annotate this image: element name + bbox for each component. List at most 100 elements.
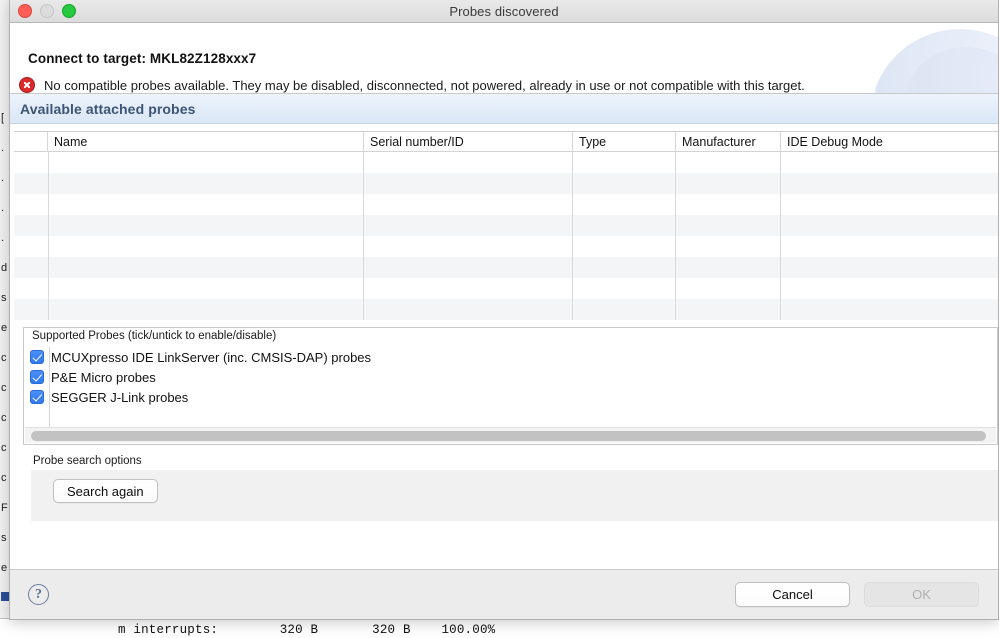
maximize-window-button[interactable] xyxy=(62,4,76,18)
supported-probe-item-linkserver[interactable]: MCUXpresso IDE LinkServer (inc. CMSIS-DA… xyxy=(30,347,997,367)
table-cell xyxy=(14,194,48,215)
dialog-body: Name Serial number/ID Type Manufacturer … xyxy=(10,124,998,569)
table-column-header-select[interactable] xyxy=(14,132,48,152)
table-cell xyxy=(781,173,998,194)
supported-probe-item-segger-jlink[interactable]: SEGGER J-Link probes xyxy=(30,387,997,407)
table-row[interactable] xyxy=(14,173,998,194)
table-column-header-serial-number[interactable]: Serial number/ID xyxy=(364,132,573,152)
table-cell xyxy=(573,215,676,236)
table-cell xyxy=(781,236,998,257)
table-cell xyxy=(676,215,781,236)
table-column-header-type[interactable]: Type xyxy=(573,132,676,152)
table-cell xyxy=(573,299,676,320)
table-row[interactable] xyxy=(14,215,998,236)
table-column-header-name[interactable]: Name xyxy=(48,132,364,152)
scrollbar-thumb[interactable] xyxy=(31,431,986,441)
table-cell xyxy=(573,194,676,215)
table-row[interactable] xyxy=(14,278,998,299)
table-row[interactable] xyxy=(14,299,998,320)
probes-discovered-dialog: Probes discovered Connect to target: MKL… xyxy=(9,0,999,620)
table-cell xyxy=(14,173,48,194)
status-message-row: No compatible probes available. They may… xyxy=(19,77,805,93)
table-cell xyxy=(781,215,998,236)
table-cell xyxy=(364,194,573,215)
available-probes-section-header: Available attached probes xyxy=(10,94,998,124)
probe-search-options-group: Probe search options Search again xyxy=(23,455,998,521)
table-column-header-manufacturer[interactable]: Manufacturer xyxy=(676,132,781,152)
backdrop-memory-usage-text: m interrupts: 320 B 320 B 100.00% xyxy=(118,623,496,637)
table-cell xyxy=(781,257,998,278)
table-cell xyxy=(14,215,48,236)
table-row[interactable] xyxy=(14,257,998,278)
table-row[interactable] xyxy=(14,152,998,173)
table-cell xyxy=(364,152,573,173)
probes-table-body xyxy=(14,152,998,321)
status-message: No compatible probes available. They may… xyxy=(44,77,805,93)
window-controls xyxy=(18,0,76,22)
table-cell xyxy=(14,236,48,257)
table-cell xyxy=(781,299,998,320)
table-cell xyxy=(676,173,781,194)
table-cell xyxy=(48,194,364,215)
table-cell xyxy=(781,152,998,173)
dialog-banner: Connect to target: MKL82Z128xxx7 No comp… xyxy=(10,23,998,94)
table-cell xyxy=(48,257,364,278)
window-title: Probes discovered xyxy=(449,3,559,19)
table-cell xyxy=(14,299,48,320)
supported-probes-group: Supported Probes (tick/untick to enable/… xyxy=(23,327,998,445)
supported-probes-legend: Supported Probes (tick/untick to enable/… xyxy=(30,330,279,342)
probes-table[interactable]: Name Serial number/ID Type Manufacturer … xyxy=(14,131,998,321)
table-cell xyxy=(573,236,676,257)
table-cell xyxy=(48,215,364,236)
table-cell xyxy=(676,257,781,278)
table-cell xyxy=(573,278,676,299)
supported-probe-label: SEGGER J-Link probes xyxy=(51,389,189,405)
table-row[interactable] xyxy=(14,236,998,257)
table-cell xyxy=(364,299,573,320)
table-column-header-ide-debug-mode[interactable]: IDE Debug Mode xyxy=(781,132,998,152)
supported-probes-horizontal-scrollbar[interactable] xyxy=(25,427,996,443)
table-cell xyxy=(48,173,364,194)
table-cell xyxy=(364,278,573,299)
table-cell xyxy=(676,278,781,299)
table-cell xyxy=(14,257,48,278)
probes-table-header: Name Serial number/ID Type Manufacturer … xyxy=(14,132,998,152)
connect-to-target-label: Connect to target: MKL82Z128xxx7 xyxy=(28,51,257,66)
search-again-button[interactable]: Search again xyxy=(53,479,158,503)
table-cell xyxy=(676,236,781,257)
table-cell xyxy=(48,278,364,299)
supported-probe-item-pe-micro[interactable]: P&E Micro probes xyxy=(30,367,997,387)
dialog-footer: ? Cancel OK xyxy=(10,569,998,619)
table-cell xyxy=(573,257,676,278)
checkbox-pe-micro-probes[interactable] xyxy=(30,370,44,384)
table-cell xyxy=(364,236,573,257)
minimize-window-button[interactable] xyxy=(40,4,54,18)
table-cell xyxy=(48,152,364,173)
checkbox-linkserver-probes[interactable] xyxy=(30,350,44,364)
table-cell xyxy=(48,299,364,320)
table-cell xyxy=(364,215,573,236)
supported-probes-list: MCUXpresso IDE LinkServer (inc. CMSIS-DA… xyxy=(24,347,997,407)
table-cell xyxy=(781,278,998,299)
cancel-button[interactable]: Cancel xyxy=(735,582,850,607)
close-window-button[interactable] xyxy=(18,4,32,18)
table-cell xyxy=(14,152,48,173)
table-cell xyxy=(781,194,998,215)
table-cell xyxy=(573,152,676,173)
table-cell xyxy=(48,236,364,257)
table-cell xyxy=(573,173,676,194)
backdrop-bottom-row: m interrupts: 320 B 320 B 100.00% xyxy=(0,618,999,638)
checkbox-segger-jlink-probes[interactable] xyxy=(30,390,44,404)
supported-probe-label: MCUXpresso IDE LinkServer (inc. CMSIS-DA… xyxy=(51,349,372,365)
ok-button: OK xyxy=(864,582,979,607)
table-cell xyxy=(676,194,781,215)
section-title: Available attached probes xyxy=(20,100,196,117)
table-cell xyxy=(364,257,573,278)
table-cell xyxy=(676,299,781,320)
probe-search-options-legend: Probe search options xyxy=(33,455,142,467)
table-row[interactable] xyxy=(14,194,998,215)
supported-probe-label: P&E Micro probes xyxy=(51,369,156,385)
question-mark-circle-icon[interactable]: ? xyxy=(28,584,49,605)
error-icon xyxy=(19,77,35,93)
table-cell xyxy=(676,152,781,173)
